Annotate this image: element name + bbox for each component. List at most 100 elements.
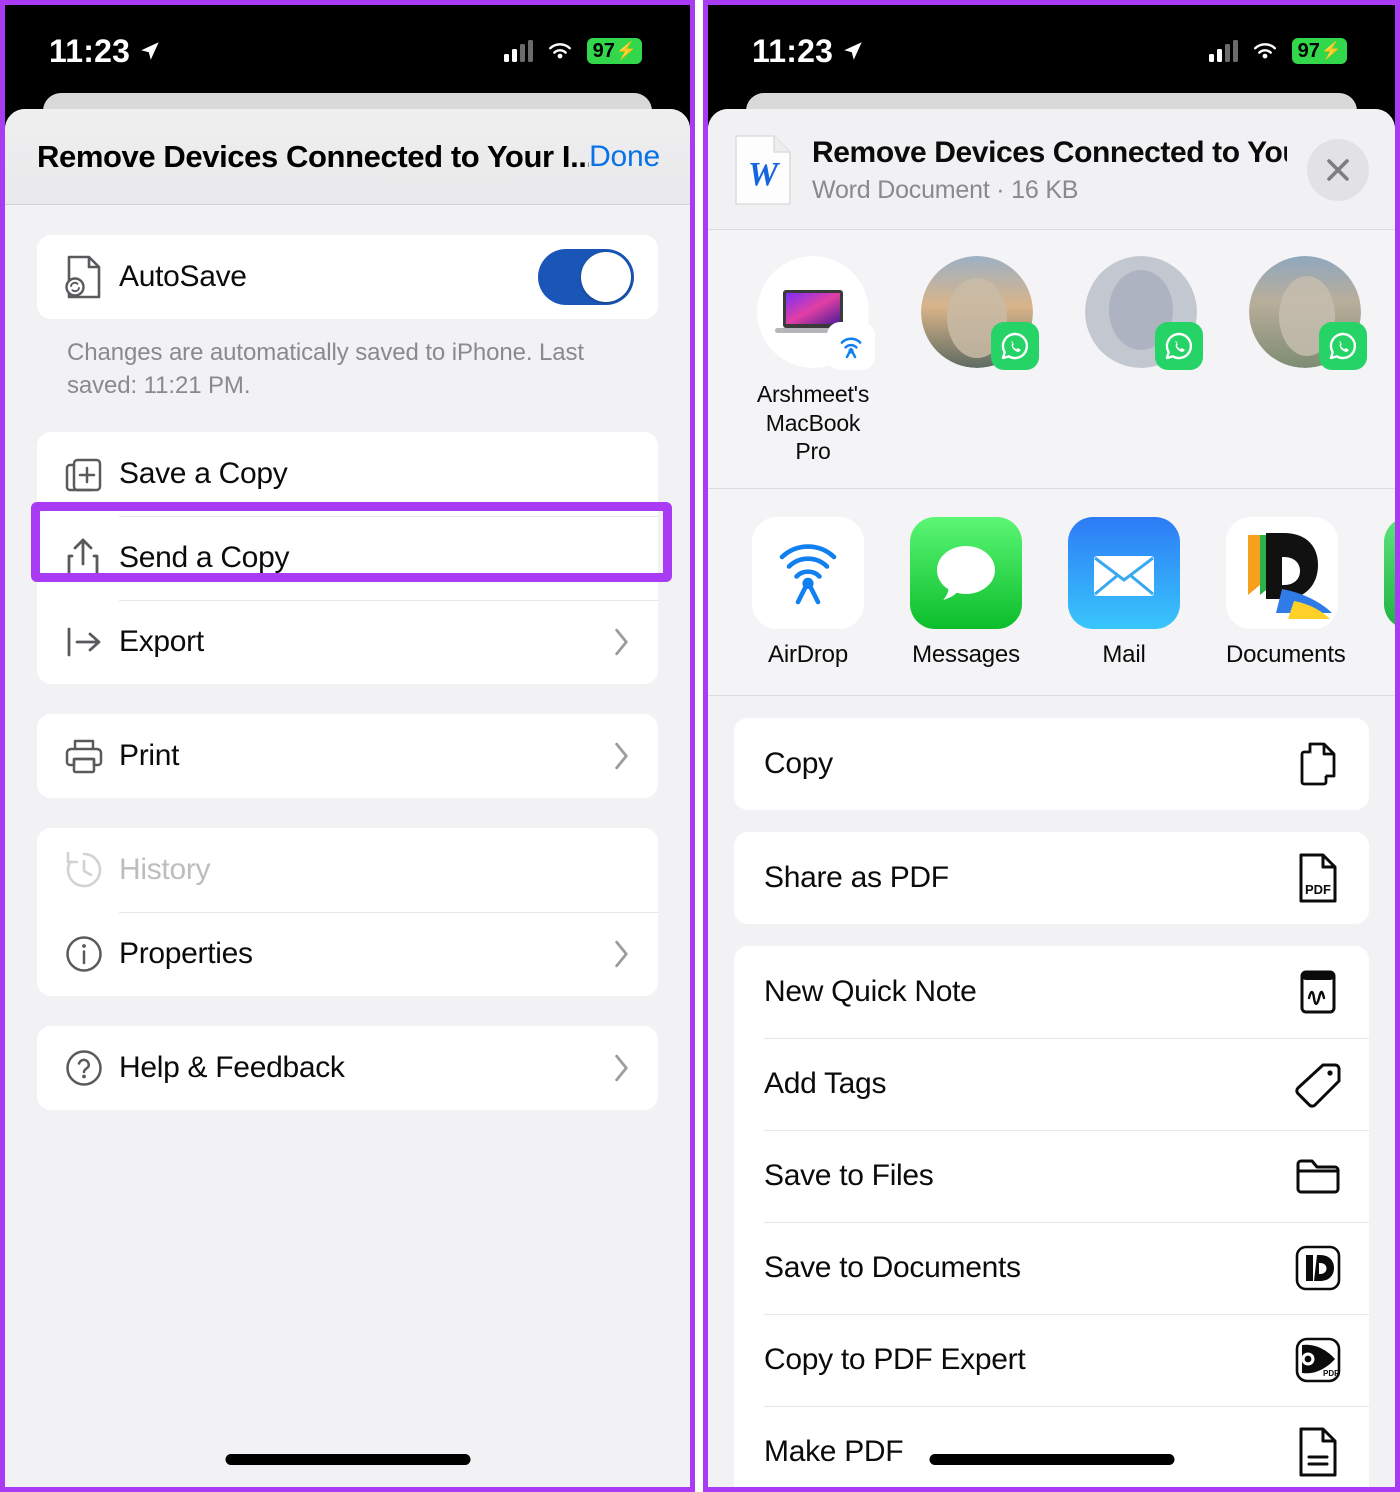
copy-action-row[interactable]: Copy xyxy=(734,717,1369,810)
share-sheet-header: W Remove Devices Connected to You... Wor… xyxy=(708,109,1395,230)
whatsapp-icon xyxy=(991,322,1039,370)
page-title: Remove Devices Connected to Your I... xyxy=(37,138,590,174)
left-screen: 11:23 97 ⚡ Remove Devices Connected to Y… xyxy=(5,5,690,1487)
autosave-document-icon xyxy=(63,254,119,300)
save-to-documents-label: Save to Documents xyxy=(764,1250,1021,1284)
history-label: History xyxy=(119,853,211,887)
copy-icon xyxy=(1293,739,1343,789)
save-group-card: Save a Copy Send a Copy Export xyxy=(37,432,658,685)
svg-text:PDF: PDF xyxy=(1323,1369,1339,1378)
close-button[interactable] xyxy=(1307,139,1369,201)
print-group-card: Print xyxy=(37,714,658,799)
whatsapp-icon xyxy=(1319,322,1367,370)
done-button[interactable]: Done xyxy=(589,140,660,174)
share-up-arrow-icon xyxy=(63,535,119,581)
documents-app-icon xyxy=(1293,1243,1343,1293)
status-bar-left: 11:23 97 ⚡ xyxy=(5,5,690,97)
battery-indicator: 97 ⚡ xyxy=(586,38,642,64)
save-to-files-label: Save to Files xyxy=(764,1158,934,1192)
home-indicator-right xyxy=(929,1454,1174,1465)
autosave-row[interactable]: AutoSave xyxy=(37,235,658,319)
autosave-label: AutoSave xyxy=(119,260,247,293)
share-target-contact[interactable] xyxy=(1244,256,1367,466)
share-app-airdrop[interactable]: AirDrop xyxy=(752,516,864,669)
export-arrow-icon xyxy=(63,625,119,659)
share-app-label: AirDrop xyxy=(768,640,848,668)
location-arrow-icon xyxy=(844,42,862,60)
quick-note-icon xyxy=(1293,967,1343,1017)
add-tags-row[interactable]: Add Tags xyxy=(734,1037,1369,1130)
share-target-name: Arshmeet's MacBook Pro xyxy=(756,381,870,465)
save-to-files-row[interactable]: Save to Files xyxy=(734,1129,1369,1222)
make-pdf-icon xyxy=(1293,1427,1343,1477)
question-circle-icon xyxy=(63,1047,119,1089)
left-phone-frame: 11:23 97 ⚡ Remove Devices Connected to Y… xyxy=(0,0,695,1492)
chevron-right-icon xyxy=(615,629,628,656)
save-a-copy-label: Save a Copy xyxy=(119,457,288,491)
share-target-contact[interactable] xyxy=(1080,256,1203,466)
share-sheet: W Remove Devices Connected to You... Wor… xyxy=(708,109,1395,1487)
share-app-label: Mail xyxy=(1102,640,1146,668)
bolt-icon: ⚡ xyxy=(615,41,637,60)
share-app-whatsapp[interactable]: Wh xyxy=(1384,516,1395,669)
share-as-pdf-card: Share as PDF PDF xyxy=(734,831,1369,924)
chevron-right-icon xyxy=(615,1055,628,1082)
help-group-card: Help & Feedback xyxy=(37,1026,658,1111)
status-bar-left-group: 11:23 xyxy=(49,33,161,70)
save-to-documents-row[interactable]: Save to Documents xyxy=(734,1221,1369,1314)
print-label: Print xyxy=(119,739,180,773)
autosave-toggle[interactable] xyxy=(538,249,634,305)
history-row: History xyxy=(37,828,658,913)
svg-text:PDF: PDF xyxy=(1305,882,1331,897)
close-icon xyxy=(1327,159,1349,181)
messages-icon xyxy=(910,516,1022,629)
share-target-airdrop-device[interactable]: Arshmeet's MacBook Pro xyxy=(752,256,875,466)
share-app-mail[interactable]: Mail xyxy=(1068,516,1180,669)
location-arrow-icon xyxy=(141,42,159,60)
make-pdf-label: Make PDF xyxy=(764,1434,904,1468)
right-screen: 11:23 97 ⚡ W Remove Devices Connected to… xyxy=(708,5,1395,1487)
share-app-documents[interactable]: Documents xyxy=(1226,516,1346,669)
export-row[interactable]: Export xyxy=(37,600,658,685)
save-copy-icon xyxy=(63,452,119,496)
share-file-info: Remove Devices Connected to You... Word … xyxy=(812,136,1287,205)
chevron-right-icon xyxy=(615,743,628,770)
folder-icon xyxy=(1293,1151,1343,1201)
add-tags-label: Add Tags xyxy=(764,1066,887,1100)
save-a-copy-row[interactable]: Save a Copy xyxy=(37,432,658,517)
screenshot-canvas: 11:23 97 ⚡ Remove Devices Connected to Y… xyxy=(0,0,1400,1492)
share-target-contact[interactable] xyxy=(916,256,1039,466)
tag-icon xyxy=(1293,1059,1343,1109)
history-properties-card: History Properties xyxy=(37,828,658,997)
mail-icon xyxy=(1068,516,1180,629)
share-app-messages[interactable]: Messages xyxy=(910,516,1022,669)
copy-to-pdf-expert-row[interactable]: Copy to PDF Expert PDF xyxy=(734,1313,1369,1406)
battery-level: 97 xyxy=(592,39,615,62)
share-as-pdf-label: Share as PDF xyxy=(764,860,949,894)
status-time: 11:23 xyxy=(49,32,131,69)
autosave-note: Changes are automatically saved to iPhon… xyxy=(67,339,584,399)
print-row[interactable]: Print xyxy=(37,714,658,799)
new-quick-note-row[interactable]: New Quick Note xyxy=(734,945,1369,1038)
share-actions: Copy Share as PDF PDF New Quick Note Add… xyxy=(708,717,1395,1487)
status-bar-right-group: 97 ⚡ xyxy=(1208,38,1347,64)
avatar xyxy=(1249,256,1367,370)
properties-row[interactable]: Properties xyxy=(37,912,658,997)
share-as-pdf-row[interactable]: Share as PDF PDF xyxy=(734,831,1369,924)
airdrop-icon xyxy=(752,516,864,629)
status-time: 11:23 xyxy=(752,32,834,69)
share-file-title: Remove Devices Connected to You... xyxy=(812,135,1287,169)
make-pdf-row[interactable]: Make PDF xyxy=(734,1405,1369,1487)
airdrop-icon xyxy=(827,322,875,370)
word-document-icon: W xyxy=(735,135,791,205)
new-quick-note-label: New Quick Note xyxy=(764,974,977,1008)
copy-to-pdf-expert-label: Copy to PDF Expert xyxy=(764,1342,1026,1376)
wifi-icon xyxy=(548,43,571,59)
sheet-nav-bar: Remove Devices Connected to Your I... Do… xyxy=(5,109,690,205)
send-a-copy-label: Send a Copy xyxy=(119,541,290,575)
whatsapp-icon xyxy=(1155,322,1203,370)
chevron-right-icon xyxy=(615,941,628,968)
send-a-copy-row[interactable]: Send a Copy xyxy=(37,516,658,601)
status-bar-left-group: 11:23 xyxy=(752,33,864,70)
help-feedback-row[interactable]: Help & Feedback xyxy=(37,1026,658,1111)
